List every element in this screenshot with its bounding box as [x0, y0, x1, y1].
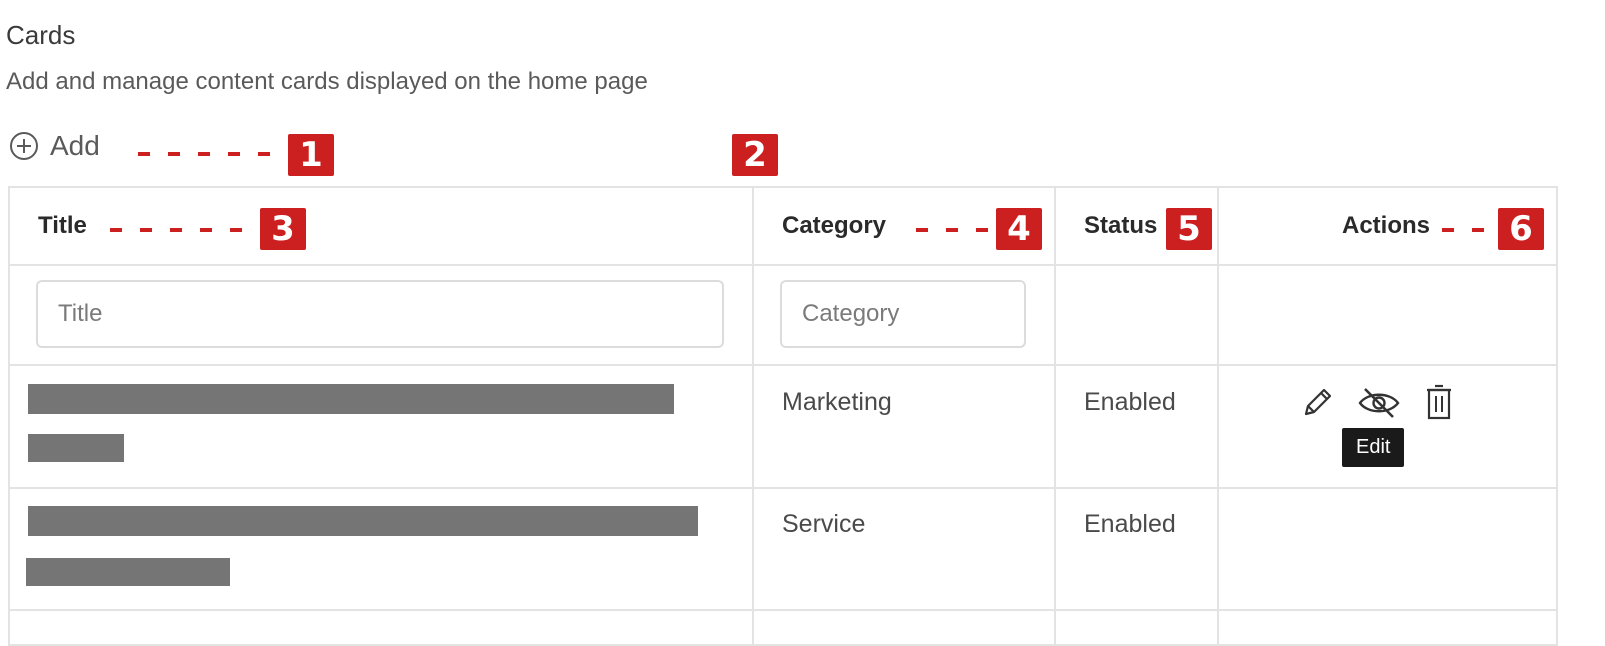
row-divider	[10, 609, 1556, 611]
row-divider	[10, 264, 1556, 266]
title-filter-input[interactable]	[36, 280, 724, 348]
row-divider	[10, 487, 1556, 489]
annotation-marker-5: 5	[1166, 208, 1212, 250]
add-card-button[interactable]: Add	[8, 130, 100, 162]
row-divider	[10, 364, 1556, 366]
column-header-category[interactable]: Category	[782, 212, 886, 240]
row-category: Service	[782, 510, 866, 538]
edit-pencil-icon[interactable]	[1298, 384, 1336, 422]
add-label: Add	[50, 130, 100, 161]
plus-circle-icon	[8, 130, 40, 162]
redacted-title-line	[28, 506, 698, 536]
annotation-marker-3: 3	[260, 208, 306, 250]
page-description: Add and manage content cards displayed o…	[6, 68, 648, 95]
row-category: Marketing	[782, 388, 892, 416]
row-status: Enabled	[1084, 510, 1176, 538]
eye-off-icon[interactable]	[1356, 386, 1402, 420]
annotation-leader-6	[1442, 228, 1494, 232]
edit-tooltip: Edit	[1342, 428, 1405, 467]
column-header-status[interactable]: Status	[1084, 212, 1157, 240]
cards-table: Title Category Status Actions Marketing …	[8, 186, 1558, 646]
annotation-leader-3	[110, 228, 252, 232]
redacted-title-line	[28, 434, 124, 462]
column-divider	[1217, 188, 1219, 644]
redacted-title-line	[28, 384, 674, 414]
annotation-leader-1	[138, 152, 280, 156]
column-header-actions: Actions	[1342, 212, 1431, 239]
annotation-marker-4: 4	[996, 208, 1042, 250]
page-title: Cards	[6, 20, 76, 50]
annotation-marker-2: 2	[732, 134, 778, 176]
row-status: Enabled	[1084, 388, 1176, 416]
column-divider	[1054, 188, 1056, 644]
redacted-title-line	[26, 558, 230, 586]
annotation-leader-4	[916, 228, 990, 232]
category-filter-input[interactable]	[780, 280, 1026, 348]
annotation-marker-6: 6	[1498, 208, 1544, 250]
column-header-title[interactable]: Title	[38, 212, 87, 240]
trash-icon[interactable]	[1424, 384, 1454, 422]
column-divider	[752, 188, 754, 644]
annotation-marker-1: 1	[288, 134, 334, 176]
